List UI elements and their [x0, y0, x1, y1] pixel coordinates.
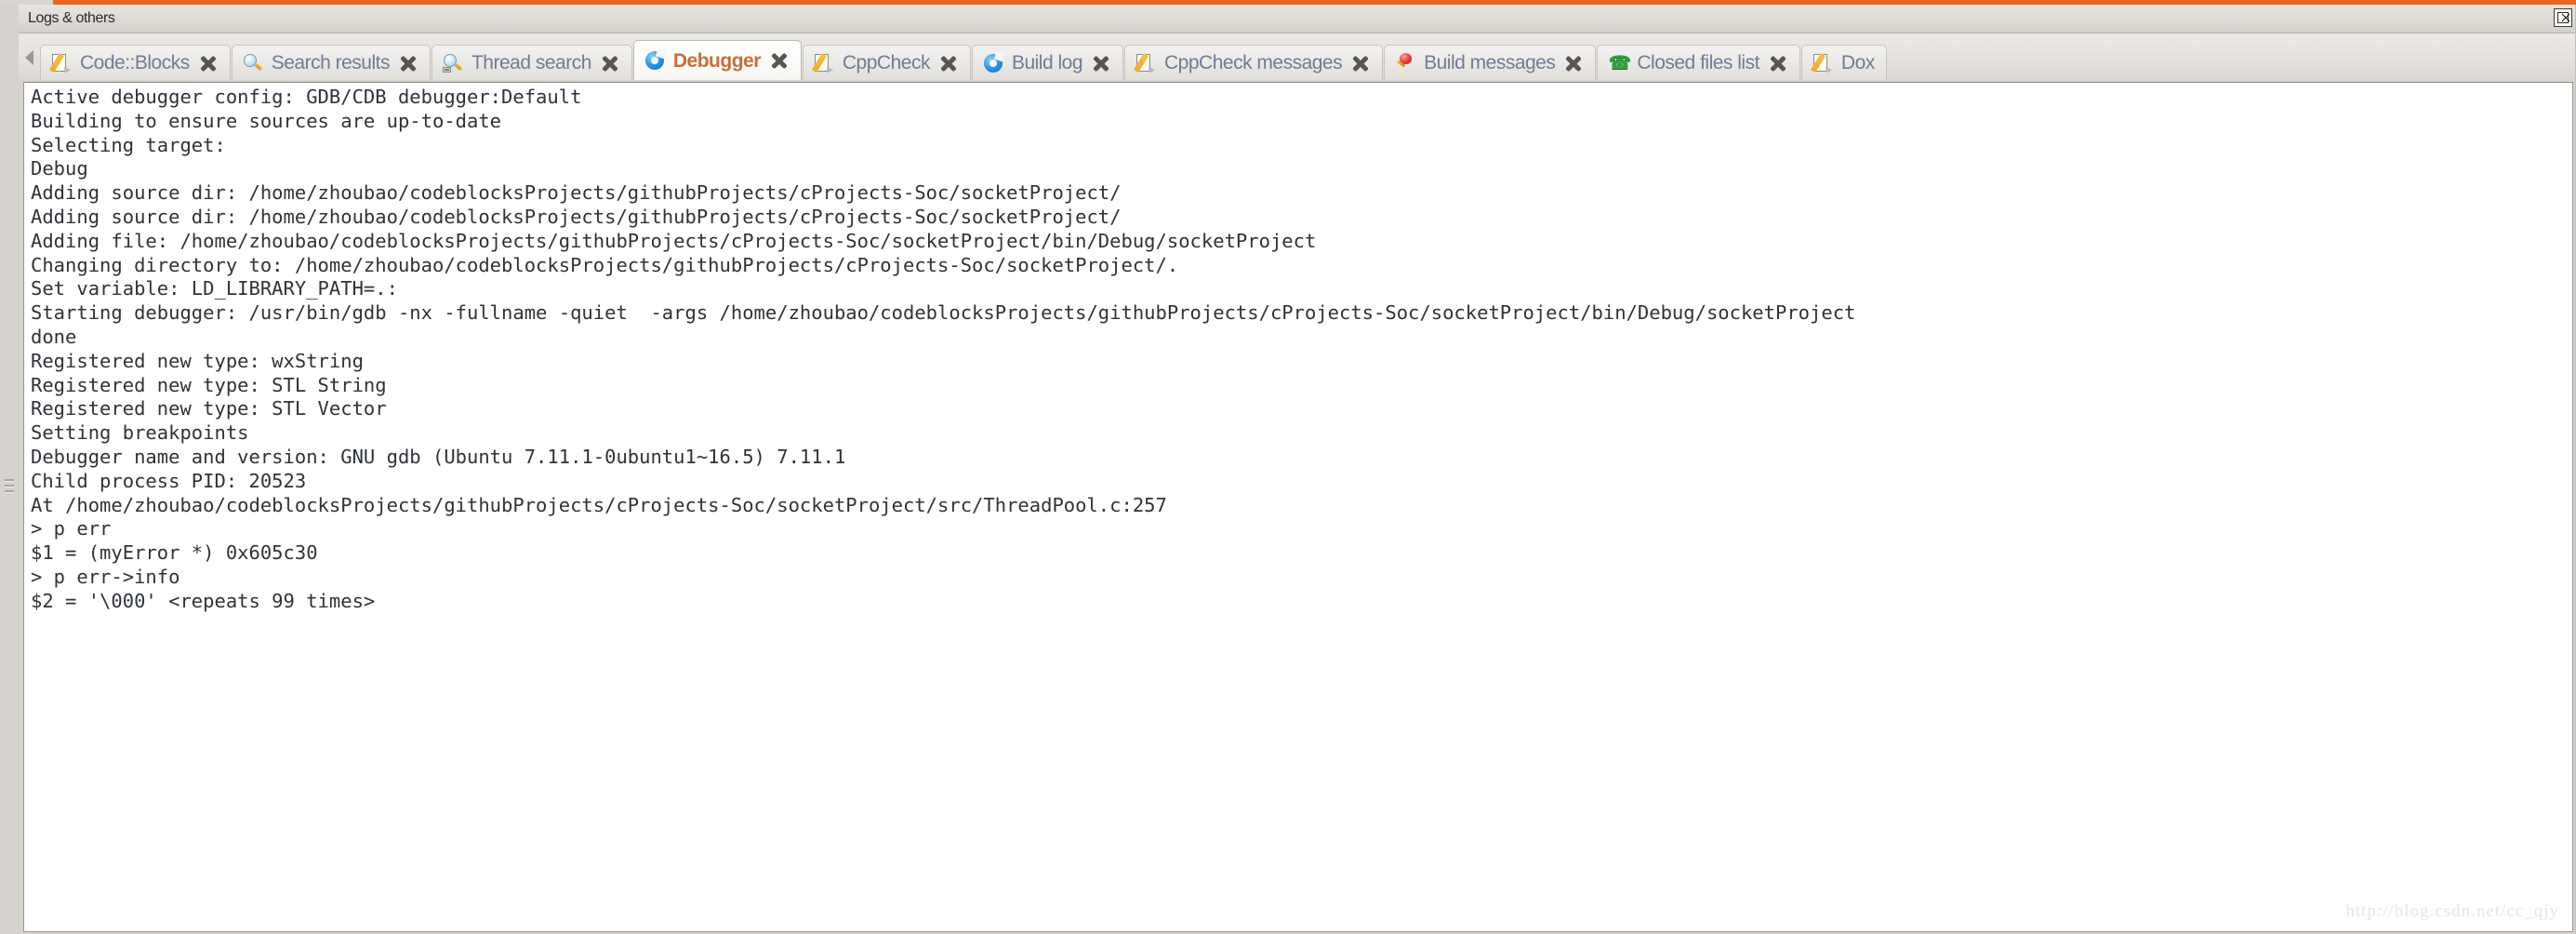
tab-thread-search[interactable]: Thread search	[431, 45, 632, 80]
tab-close-icon[interactable]	[600, 53, 620, 73]
tab-code-blocks[interactable]: Code::Blocks	[40, 45, 231, 80]
notepad-pencil-icon	[48, 52, 72, 75]
dock-grip-handle[interactable]	[5, 479, 14, 494]
tab-close-icon[interactable]	[198, 53, 219, 73]
green-phone-icon	[1608, 53, 1628, 73]
tab-debugger[interactable]: Debugger	[632, 40, 802, 80]
docked-panel: Logs & others Code::Blocks Search results…	[0, 5, 2576, 934]
tab-close-icon[interactable]	[1563, 53, 1584, 73]
debugger-log-panel[interactable]: Active debugger config: GDB/CDB debugger…	[23, 82, 2573, 932]
close-panel-button[interactable]	[2554, 8, 2572, 27]
tab-label: Dox	[1840, 52, 1875, 73]
magnifier-base-icon	[442, 53, 463, 73]
tab-label: CppCheck messages	[1164, 52, 1343, 73]
tab-close-icon[interactable]	[398, 53, 418, 73]
blue-gear-icon	[983, 50, 1005, 73]
blue-gear-icon	[644, 47, 667, 71]
tab-label: Search results	[271, 52, 391, 73]
tab-search-results[interactable]: Search results	[231, 45, 431, 80]
tab-label: Thread search	[471, 52, 591, 73]
tab-label: Code::Blocks	[80, 52, 190, 73]
tab-list: Code::Blocks Search results Thread search D…	[40, 40, 1888, 80]
tab-closed-files-list[interactable]: Closed files list	[1597, 45, 1800, 80]
tab-build-log[interactable]: Build log	[971, 45, 1124, 80]
magnifier-icon	[243, 53, 263, 73]
watermark-text: http://blog.csdn.net/cc_qjy	[2345, 901, 2559, 921]
tab-close-icon[interactable]	[1768, 53, 1788, 73]
tab-close-icon[interactable]	[769, 50, 790, 71]
tab-build-messages[interactable]: Build messages	[1384, 45, 1597, 80]
notepad-pencil-icon	[811, 52, 834, 75]
tab-close-icon[interactable]	[938, 53, 959, 73]
tab-cppcheck[interactable]: CppCheck	[802, 45, 971, 80]
tab-label: Closed files list	[1637, 52, 1759, 73]
tab-label: Build log	[1011, 52, 1083, 73]
tab-scroll-left-icon[interactable]	[25, 50, 33, 65]
notepad-pencil-icon	[1810, 52, 1833, 75]
tab-label: Debugger	[672, 49, 762, 72]
debugger-log-text: Active debugger config: GDB/CDB debugger…	[31, 86, 1856, 612]
red-pin-icon	[1395, 52, 1415, 73]
log-area-container: Active debugger config: GDB/CDB debugger…	[19, 80, 2576, 934]
tab-label: Build messages	[1424, 52, 1556, 73]
panel-caption-bar: Logs & others	[19, 5, 2576, 33]
tab-close-icon[interactable]	[1350, 53, 1371, 73]
log-tabs-bar: Code::Blocks Search results Thread search D…	[19, 33, 2576, 80]
dock-sash[interactable]	[0, 5, 20, 934]
logs-and-others-panel: Logs & others Code::Blocks Search results…	[0, 0, 2576, 934]
panel-title: Logs & others	[28, 10, 115, 26]
tab-dox[interactable]: Dox	[1800, 45, 1887, 80]
tab-label: CppCheck	[842, 52, 931, 73]
notepad-pencil-icon	[1133, 52, 1156, 75]
caption-button-group	[2554, 8, 2572, 27]
tab-cppcheck-messages[interactable]: CppCheck messages	[1124, 45, 1384, 80]
tab-close-icon[interactable]	[1091, 53, 1111, 73]
